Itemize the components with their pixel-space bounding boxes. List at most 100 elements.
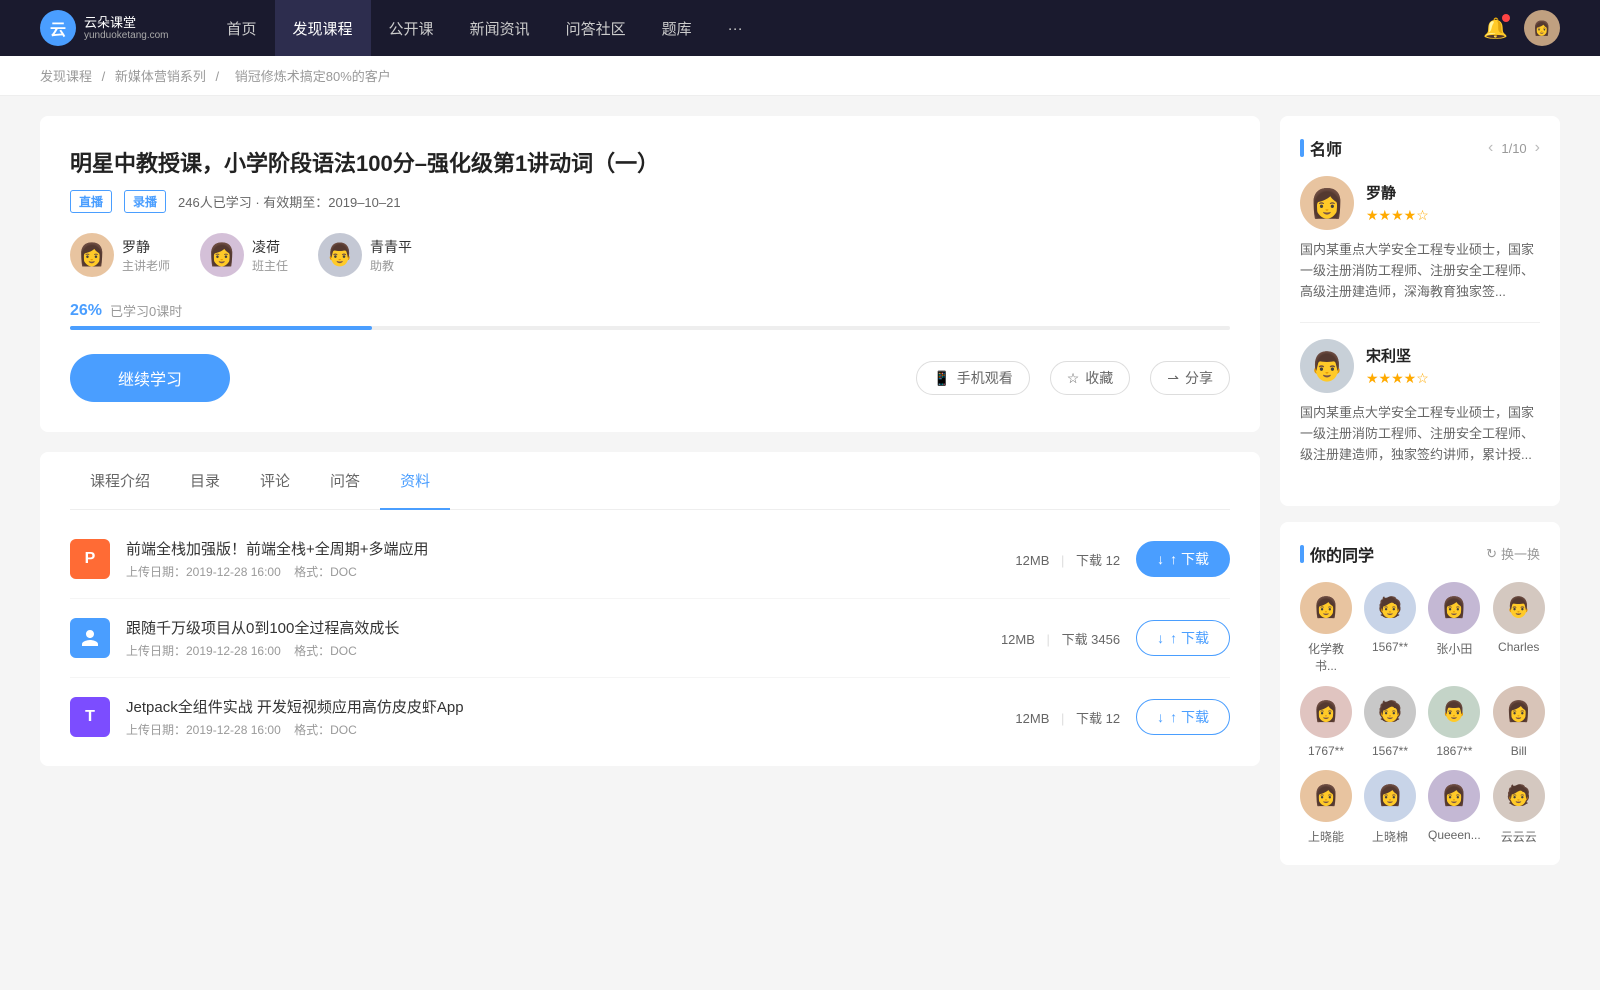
phone-watch-button[interactable]: 📱 手机观看: [916, 361, 1029, 395]
student-8-name: Bill: [1511, 744, 1527, 758]
nav-discover[interactable]: 发现课程: [275, 0, 371, 56]
resource-1-meta: 上传日期：2019-12-28 16:00 格式：DOC: [126, 563, 999, 580]
teacher-entry-2: 👨 宋利坚 ★★★★☆ 国内某重点大学安全工程专业硕士，国家一级注册消防工程师、…: [1300, 322, 1540, 465]
student-4[interactable]: 👨 Charles: [1493, 582, 1545, 674]
student-2-name: 1567**: [1372, 640, 1408, 654]
download-icon-2: ↓: [1157, 630, 1164, 646]
resource-1-download[interactable]: ↓ ↑ 下载: [1136, 541, 1230, 577]
teachers-panel-header: 名师 ‹ 1/10 ›: [1300, 136, 1540, 160]
resource-item-1: P 前端全栈加强版！前端全栈+全周期+多端应用 上传日期：2019-12-28 …: [70, 520, 1230, 599]
resource-1-icon: P: [70, 539, 110, 579]
teacher-entry-1-desc: 国内某重点大学安全工程专业硕士，国家一级注册消防工程师、注册安全工程师、高级注册…: [1300, 240, 1540, 302]
teacher-3: 👨 青青平 助教: [318, 233, 412, 277]
tabs-section: 课程介绍 目录 评论 问答 资料 P 前端全栈加强版！前端全栈+全周期+多端应用…: [40, 452, 1260, 766]
phone-watch-label: 手机观看: [957, 368, 1013, 388]
tab-resources[interactable]: 资料: [380, 452, 450, 509]
refresh-label: 换一换: [1501, 544, 1540, 563]
breadcrumb: 发现课程 / 新媒体营销系列 / 销冠修炼术搞定80%的客户: [0, 56, 1600, 96]
resource-3-info: Jetpack全组件实战 开发短视频应用高仿皮皮虾App 上传日期：2019-1…: [126, 696, 999, 738]
resource-1-name: 前端全栈加强版！前端全栈+全周期+多端应用: [126, 538, 999, 559]
course-title: 明星中教授课，小学阶段语法100分–强化级第1讲动词（一）: [70, 146, 1230, 178]
teacher-entry-2-stars: ★★★★☆: [1366, 370, 1429, 387]
refresh-button[interactable]: ↻ 换一换: [1486, 544, 1540, 563]
teacher-2: 👩 凌荷 班主任: [200, 233, 288, 277]
teachers-panel-title: 名师: [1300, 136, 1342, 160]
badge-live: 直播: [70, 190, 112, 213]
teacher-entry-1-name: 罗静: [1366, 182, 1429, 203]
teachers-list: 👩 罗静 主讲老师 👩 凌荷 班主任: [70, 233, 1230, 277]
breadcrumb-current: 销冠修炼术搞定80%的客户: [235, 69, 391, 84]
student-12[interactable]: 🧑 云云云: [1493, 770, 1545, 845]
student-2[interactable]: 🧑 1567**: [1364, 582, 1416, 674]
share-button[interactable]: ⇀ 分享: [1150, 361, 1230, 395]
nav-open[interactable]: 公开课: [371, 0, 452, 56]
nav-items: 首页 发现课程 公开课 新闻资讯 问答社区 题库 ···: [209, 0, 1484, 56]
tab-reviews[interactable]: 评论: [240, 452, 310, 509]
student-9-avatar: 👩: [1300, 770, 1352, 822]
student-9[interactable]: 👩 上晓能: [1300, 770, 1352, 845]
student-3-name: 张小田: [1436, 640, 1472, 657]
breadcrumb-link-2[interactable]: 新媒体营销系列: [115, 69, 206, 84]
nav-home[interactable]: 首页: [209, 0, 275, 56]
teacher-entry-2-info: 宋利坚 ★★★★☆: [1366, 345, 1429, 387]
breadcrumb-link-1[interactable]: 发现课程: [40, 69, 92, 84]
tabs: 课程介绍 目录 评论 问答 资料: [70, 452, 1230, 510]
teachers-prev-button[interactable]: ‹: [1488, 139, 1493, 157]
teacher-entry-1-info: 罗静 ★★★★☆: [1366, 182, 1429, 224]
teacher-3-avatar: 👨: [318, 233, 362, 277]
student-10[interactable]: 👩 上晓棉: [1364, 770, 1416, 845]
sidebar: 名师 ‹ 1/10 › 👩 罗静 ★★★★☆ 国内某重点大学安全工程专业硕士，国…: [1280, 116, 1560, 881]
student-7[interactable]: 👨 1867**: [1428, 686, 1481, 758]
students-grid: 👩 化学教书... 🧑 1567** 👩 张小田 👨 Charles 👩: [1300, 582, 1540, 845]
student-6-avatar: 🧑: [1364, 686, 1416, 738]
course-meta: 直播 录播 246人已学习 · 有效期至：2019–10–21: [70, 190, 1230, 213]
student-6[interactable]: 🧑 1567**: [1364, 686, 1416, 758]
student-1[interactable]: 👩 化学教书...: [1300, 582, 1352, 674]
teacher-entry-2-name: 宋利坚: [1366, 345, 1429, 366]
student-3[interactable]: 👩 张小田: [1428, 582, 1481, 674]
teachers-panel-nav: ‹ 1/10 ›: [1488, 139, 1540, 157]
continue-button[interactable]: 继续学习: [70, 354, 230, 402]
nav-qa[interactable]: 问答社区: [548, 0, 644, 56]
teacher-2-avatar: 👩: [200, 233, 244, 277]
nav-news[interactable]: 新闻资讯: [452, 0, 548, 56]
logo-icon: 云: [40, 10, 76, 46]
logo[interactable]: 云 云朵课堂 yunduoketang.com: [40, 10, 169, 46]
download-icon: ↓: [1157, 551, 1164, 567]
student-3-avatar: 👩: [1428, 582, 1480, 634]
progress-text: 已学习0课时: [110, 301, 182, 320]
student-6-name: 1567**: [1372, 744, 1408, 758]
resource-2-download[interactable]: ↓ ↑ 下载: [1136, 620, 1230, 656]
bell-icon[interactable]: 🔔: [1483, 16, 1508, 41]
resource-3-stat: 12MB | 下载 12: [1015, 708, 1120, 727]
user-avatar[interactable]: 👩: [1524, 10, 1560, 46]
student-11[interactable]: 👩 Queeen...: [1428, 770, 1481, 845]
teacher-1: 👩 罗静 主讲老师: [70, 233, 170, 277]
resource-3-download[interactable]: ↓ ↑ 下载: [1136, 699, 1230, 735]
teacher-entry-2-header: 👨 宋利坚 ★★★★☆: [1300, 339, 1540, 393]
tab-intro[interactable]: 课程介绍: [70, 452, 170, 509]
tab-directory[interactable]: 目录: [170, 452, 240, 509]
student-5[interactable]: 👩 1767**: [1300, 686, 1352, 758]
student-8[interactable]: 👩 Bill: [1493, 686, 1545, 758]
phone-icon: 📱: [933, 370, 950, 387]
resource-item-3: T Jetpack全组件实战 开发短视频应用高仿皮皮虾App 上传日期：2019…: [70, 678, 1230, 756]
student-12-avatar: 🧑: [1493, 770, 1545, 822]
teachers-next-button[interactable]: ›: [1535, 139, 1540, 157]
collect-button[interactable]: ☆ 收藏: [1050, 361, 1131, 395]
teacher-1-avatar: 👩: [70, 233, 114, 277]
resource-3-icon: T: [70, 697, 110, 737]
student-1-avatar: 👩: [1300, 582, 1352, 634]
teacher-entry-2-desc: 国内某重点大学安全工程专业硕士，国家一级注册消防工程师、注册安全工程师、级注册建…: [1300, 403, 1540, 465]
students-panel-title: 你的同学: [1300, 542, 1374, 566]
students-panel: 你的同学 ↻ 换一换 👩 化学教书... 🧑 1567** 👩 张小田: [1280, 522, 1560, 865]
nav-quiz[interactable]: 题库: [644, 0, 710, 56]
nav-more[interactable]: ···: [710, 0, 761, 56]
tab-qa[interactable]: 问答: [310, 452, 380, 509]
student-11-name: Queeen...: [1428, 828, 1481, 842]
logo-text: 云朵课堂 yunduoketang.com: [84, 15, 169, 42]
resource-3-name: Jetpack全组件实战 开发短视频应用高仿皮皮虾App: [126, 696, 999, 717]
action-links: 📱 手机观看 ☆ 收藏 ⇀ 分享: [916, 361, 1230, 395]
resource-2-info: 跟随千万级项目从0到100全过程高效成长 上传日期：2019-12-28 16:…: [126, 617, 985, 659]
resource-item-2: 跟随千万级项目从0到100全过程高效成长 上传日期：2019-12-28 16:…: [70, 599, 1230, 678]
